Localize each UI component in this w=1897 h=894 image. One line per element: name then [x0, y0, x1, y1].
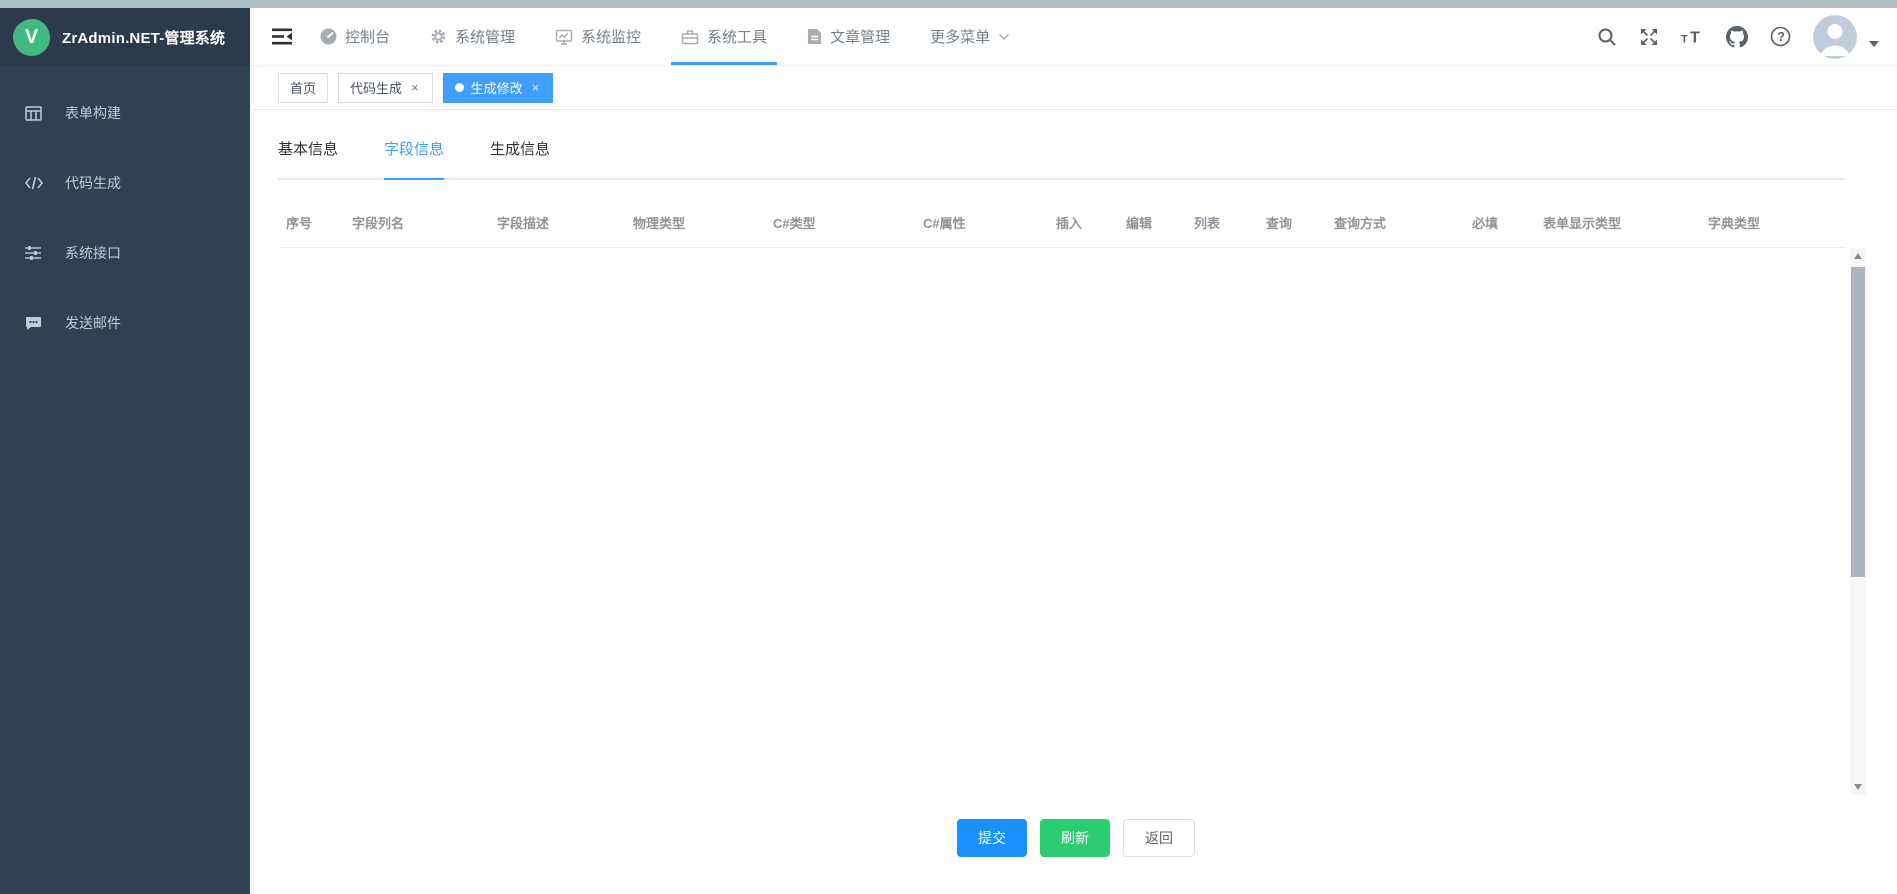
nav-item-toolbox[interactable]: 系统工具 [677, 8, 771, 65]
search-button[interactable] [1597, 27, 1617, 47]
column-header: C#属性 [915, 213, 1048, 232]
column-header: 字典类型 [1700, 213, 1845, 232]
nav-item-label: 系统管理 [455, 26, 515, 47]
topbar-actions: TT? [1597, 15, 1897, 59]
column-header: 必填 [1464, 213, 1535, 232]
column-header: 查询 [1258, 213, 1326, 232]
column-header: 表单显示类型 [1535, 213, 1700, 232]
column-header: 列表 [1186, 213, 1258, 232]
github-button[interactable] [1726, 26, 1748, 48]
fullscreen-icon [1639, 27, 1659, 47]
message-icon [25, 316, 44, 331]
fullscreen-button[interactable] [1639, 27, 1659, 47]
column-header: 序号 [278, 213, 344, 232]
gear-icon [430, 28, 447, 45]
sidebar: V ZrAdmin.NET-管理系统 表单构建代码生成系统接口发送邮件 [0, 8, 250, 894]
refresh-button[interactable]: 刷新 [1040, 819, 1110, 857]
tag-bar: 首页 代码生成 × 生成修改 × [250, 66, 1897, 110]
font-size-button[interactable]: TT [1681, 28, 1704, 46]
svg-text:T: T [1690, 29, 1700, 46]
app-title: ZrAdmin.NET-管理系统 [62, 27, 225, 48]
detail-tabs: 基本信息 字段信息 生成信息 [278, 138, 1845, 180]
table-header-row: 序号字段列名字段描述物理类型C#类型C#属性插入编辑列表查询查询方式必填表单显示… [278, 198, 1845, 248]
nav-item-monitor[interactable]: 系统监控 [551, 8, 645, 65]
column-header: 物理类型 [625, 213, 765, 232]
column-header: 插入 [1048, 213, 1118, 232]
app-logo-row: V ZrAdmin.NET-管理系统 [0, 8, 250, 66]
nav-item-more[interactable]: 更多菜单 [926, 8, 1014, 65]
nav-item-label: 更多菜单 [930, 26, 990, 47]
table-body [278, 248, 1845, 795]
nav-item-dashboard[interactable]: 控制台 [316, 8, 394, 65]
table-scrollbar[interactable] [1850, 248, 1866, 795]
nav-item-label: 文章管理 [830, 26, 890, 47]
table-icon [25, 106, 44, 121]
active-dot [455, 83, 464, 92]
column-header: 字段列名 [344, 213, 489, 232]
doc-icon [807, 28, 822, 45]
github-icon [1726, 26, 1748, 48]
tab-2[interactable]: 字段信息 [384, 138, 444, 159]
search-icon [1597, 27, 1617, 47]
column-header: 编辑 [1118, 213, 1186, 232]
tag-item-2[interactable]: 生成修改 × [443, 73, 554, 103]
column-header: C#类型 [765, 213, 915, 232]
scrollbar-thumb[interactable] [1851, 267, 1865, 577]
scrollbar-down-arrow[interactable] [1850, 779, 1866, 795]
nav-item-gear[interactable]: 系统管理 [426, 8, 519, 65]
close-icon[interactable]: × [530, 80, 542, 95]
column-header: 字段描述 [489, 213, 625, 232]
top-nav: 控制台 系统管理 系统监控 系统工具 文章管理 更多菜单 [316, 8, 1046, 65]
window-top-strip [0, 0, 1897, 8]
sidebar-item-label: 发送邮件 [65, 313, 121, 333]
tab-1[interactable]: 基本信息 [278, 138, 338, 159]
sidebar-item-sliders[interactable]: 系统接口 [0, 218, 250, 288]
sidebar-item-code[interactable]: 代码生成 [0, 148, 250, 218]
font-size-icon: TT [1681, 28, 1704, 46]
sidebar-item-message[interactable]: 发送邮件 [0, 288, 250, 358]
back-button[interactable]: 返回 [1123, 819, 1195, 857]
sidebar-item-label: 系统接口 [65, 243, 121, 263]
tag-item-1[interactable]: 代码生成 × [338, 73, 433, 103]
column-header: 查询方式 [1326, 213, 1464, 232]
app-logo: V [13, 19, 50, 56]
nav-item-label: 控制台 [345, 26, 390, 47]
code-icon [25, 176, 44, 190]
sidebar-item-table[interactable]: 表单构建 [0, 78, 250, 148]
toolbox-icon [681, 29, 699, 45]
tag-label: 首页 [290, 78, 316, 97]
help-button[interactable]: ? [1770, 26, 1791, 47]
avatar[interactable] [1813, 15, 1857, 59]
sidebar-menu: 表单构建代码生成系统接口发送邮件 [0, 66, 250, 358]
monitor-icon [555, 29, 573, 45]
fields-table: 序号字段列名字段描述物理类型C#类型C#属性插入编辑列表查询查询方式必填表单显示… [278, 198, 1845, 795]
nav-item-label: 系统工具 [707, 26, 767, 47]
chevron-down-icon [998, 33, 1010, 41]
tag-home[interactable]: 首页 [278, 73, 328, 103]
dashboard-icon [320, 28, 337, 45]
sidebar-item-label: 表单构建 [65, 103, 121, 123]
caret-down-icon[interactable] [1869, 41, 1879, 47]
help-icon: ? [1770, 26, 1791, 47]
hamburger-icon[interactable] [272, 28, 292, 45]
svg-text:T: T [1681, 33, 1688, 45]
submit-button[interactable]: 提交 [957, 819, 1027, 857]
tag-label: 生成修改 [471, 78, 523, 97]
nav-item-doc[interactable]: 文章管理 [803, 8, 894, 65]
form-actions: 提交 刷新 返回 [278, 819, 1897, 857]
scrollbar-up-arrow[interactable] [1850, 248, 1866, 264]
svg-text:?: ? [1777, 30, 1785, 44]
tab-3[interactable]: 生成信息 [490, 138, 550, 159]
sidebar-item-label: 代码生成 [65, 173, 121, 193]
tag-label: 代码生成 [350, 78, 402, 97]
content-panel: 基本信息 字段信息 生成信息 序号字段列名字段描述物理类型C#类型C#属性插入编辑列… [250, 110, 1897, 894]
close-icon[interactable]: × [409, 80, 421, 95]
sliders-icon [25, 245, 44, 261]
topbar: 控制台 系统管理 系统监控 系统工具 文章管理 更多菜单 TT? [250, 8, 1897, 66]
nav-item-label: 系统监控 [581, 26, 641, 47]
